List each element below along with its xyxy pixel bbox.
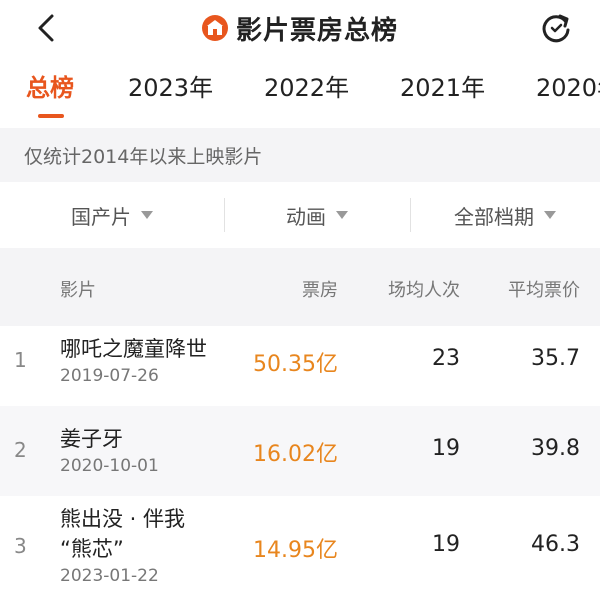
page-title: 影片票房总榜 bbox=[235, 15, 398, 46]
caret-down-icon bbox=[544, 211, 556, 219]
release-date: 2023-01-22 bbox=[60, 566, 159, 586]
filter-region-label: 国产片 bbox=[71, 204, 131, 229]
filter-period-label: 全部档期 bbox=[454, 204, 534, 229]
tab-2022[interactable]: 2022年 bbox=[264, 68, 349, 103]
filter-genre[interactable]: 动画 bbox=[224, 182, 410, 248]
title-group: 影片票房总榜 bbox=[0, 10, 600, 46]
caret-down-icon bbox=[141, 211, 153, 219]
box-office-value: 50.35亿 bbox=[253, 352, 338, 377]
refresh-icon[interactable] bbox=[538, 10, 574, 46]
tab-total[interactable]: 总榜 bbox=[26, 68, 74, 103]
tab-2020[interactable]: 2020年 bbox=[536, 68, 600, 103]
box-office-value: 16.02亿 bbox=[253, 442, 338, 467]
film-title: 熊出没 · 伴我 bbox=[60, 507, 186, 531]
year-tabs: 总榜 2023年 2022年 2021年 2020年 bbox=[0, 60, 600, 122]
rank-number: 3 bbox=[14, 534, 27, 558]
release-date: 2020-10-01 bbox=[60, 456, 159, 476]
avg-per-show-value: 19 bbox=[432, 532, 460, 557]
box-office-value: 14.95亿 bbox=[253, 538, 338, 563]
col-avg-price: 平均票价 bbox=[508, 280, 580, 301]
cinema-logo-icon bbox=[201, 15, 228, 41]
avg-per-show-value: 23 bbox=[432, 346, 460, 371]
col-avg-per-show: 场均人次 bbox=[388, 280, 460, 301]
table-row[interactable]: 2 姜子牙 2020-10-01 16.02亿 19 39.8 bbox=[0, 406, 600, 496]
app-header: 影片票房总榜 bbox=[0, 0, 600, 58]
rank-number: 1 bbox=[14, 348, 27, 372]
avg-price-value: 35.7 bbox=[531, 346, 580, 371]
table-row[interactable]: 1 哪吒之魔童降世 2019-07-26 50.35亿 23 35.7 bbox=[0, 326, 600, 406]
col-box-office: 票房 bbox=[302, 280, 338, 301]
tab-2021[interactable]: 2021年 bbox=[400, 68, 485, 103]
tab-2023[interactable]: 2023年 bbox=[128, 68, 213, 103]
stats-notice: 仅统计2014年以来上映影片 bbox=[0, 128, 600, 182]
col-film: 影片 bbox=[60, 280, 96, 301]
filter-genre-label: 动画 bbox=[286, 204, 326, 229]
release-date: 2019-07-26 bbox=[60, 366, 159, 386]
film-title: 姜子牙 bbox=[60, 427, 123, 451]
avg-price-value: 39.8 bbox=[531, 436, 580, 461]
table-row[interactable]: 3 熊出没 · 伴我 “熊芯” 2023-01-22 14.95亿 19 46.… bbox=[0, 496, 600, 594]
filter-period[interactable]: 全部档期 bbox=[410, 182, 600, 248]
avg-per-show-value: 19 bbox=[432, 436, 460, 461]
table-header: 影片 票房 场均人次 平均票价 bbox=[0, 248, 600, 326]
film-title-line2: “熊芯” bbox=[60, 537, 124, 561]
filter-region[interactable]: 国产片 bbox=[0, 182, 224, 248]
caret-down-icon bbox=[336, 211, 348, 219]
active-tab-indicator bbox=[38, 114, 64, 118]
film-title: 哪吒之魔童降世 bbox=[60, 337, 207, 361]
filter-bar: 国产片 动画 全部档期 bbox=[0, 182, 600, 248]
avg-price-value: 46.3 bbox=[531, 532, 580, 557]
rank-number: 2 bbox=[14, 438, 27, 462]
